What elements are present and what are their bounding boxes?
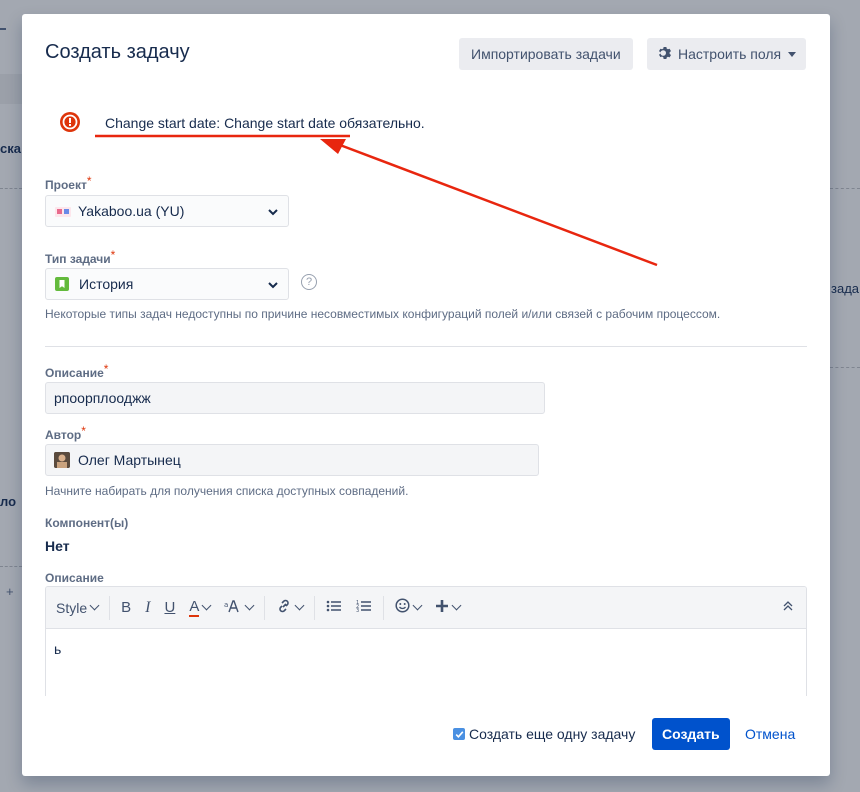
story-icon: [55, 277, 69, 291]
background-divider: [0, 188, 22, 189]
create-another-checkbox[interactable]: Создать еще одну задачу: [453, 726, 635, 742]
text-effects-icon: a: [224, 599, 242, 617]
bullet-list-icon: [326, 599, 342, 617]
numbered-list-icon: 123: [356, 599, 372, 617]
text-color-button[interactable]: A: [182, 594, 217, 622]
plus-icon: [435, 599, 449, 617]
svg-text:a: a: [224, 601, 228, 609]
description-body[interactable]: ь: [46, 629, 806, 669]
background-dash: [0, 28, 6, 30]
avatar: [54, 452, 70, 468]
link-button[interactable]: [269, 594, 310, 622]
link-icon: [276, 598, 292, 618]
toolbar-divider: [109, 595, 111, 620]
help-icon[interactable]: ?: [301, 274, 317, 290]
chevron-down-icon: [294, 600, 305, 611]
project-select[interactable]: Yakaboo.ua (YU): [45, 195, 289, 227]
import-issues-button[interactable]: Импортировать задачи: [459, 38, 633, 70]
project-avatar-icon: [55, 205, 71, 217]
chevron-down-icon: [412, 600, 423, 611]
cancel-link[interactable]: Отмена: [745, 726, 795, 742]
emoji-icon: [395, 598, 410, 617]
bullet-list-button[interactable]: [319, 594, 349, 622]
project-value: Yakaboo.ua (YU): [78, 203, 185, 219]
background-divider: [830, 367, 860, 368]
issue-type-label: Тип задачи*: [45, 248, 116, 266]
configure-fields-button[interactable]: Настроить поля: [647, 38, 807, 70]
reporter-label: Автор*: [45, 424, 86, 442]
components-label: Компонент(ы): [45, 516, 129, 530]
background-divider: [830, 188, 860, 189]
form-divider: [45, 346, 807, 347]
components-value: Нет: [45, 538, 70, 554]
emoji-button[interactable]: [388, 594, 428, 622]
text-effects-button[interactable]: a: [217, 594, 260, 622]
error-message: Change start date: Change start date обя…: [105, 115, 425, 131]
toolbar-divider: [383, 595, 385, 620]
description-editor: Style B I U A a 1 2 3 ь: [45, 586, 807, 696]
background-divider: [0, 566, 22, 567]
configure-fields-label: Настроить поля: [678, 46, 782, 62]
summary-label: Описание*: [45, 362, 109, 380]
summary-input[interactable]: рпоорплооджж: [45, 382, 545, 414]
chevron-down-icon: [267, 278, 279, 294]
issue-type-select[interactable]: История: [45, 268, 289, 300]
chevron-down-icon: [244, 600, 255, 611]
collapse-toolbar-icon[interactable]: [782, 599, 794, 617]
chevron-down-icon: [89, 600, 100, 611]
project-label: Проект*: [45, 174, 92, 192]
checkbox-icon[interactable]: [453, 728, 465, 740]
gear-icon: [657, 45, 673, 64]
background-text: зада: [831, 281, 860, 296]
italic-button[interactable]: I: [138, 594, 157, 622]
issue-type-help-text: Некоторые типы задач недоступны по причи…: [45, 307, 721, 321]
issue-type-value: История: [79, 276, 134, 292]
underline-button[interactable]: U: [157, 594, 182, 622]
svg-text:3: 3: [356, 608, 359, 613]
create-button[interactable]: Создать: [652, 718, 730, 750]
create-issue-dialog: Создать задачу Импортировать задачи Наст…: [22, 14, 830, 776]
reporter-input[interactable]: Олег Мартынец: [45, 444, 539, 476]
chevron-down-icon: [201, 600, 212, 611]
toolbar-divider: [264, 595, 266, 620]
chevron-down-icon: [788, 51, 797, 57]
description-label: Описание: [45, 571, 104, 585]
bold-button[interactable]: B: [114, 594, 138, 622]
numbered-list-button[interactable]: 123: [349, 594, 379, 622]
background-text: ло: [0, 494, 17, 509]
create-another-label: Создать еще одну задачу: [469, 726, 636, 742]
style-dropdown[interactable]: Style: [56, 594, 105, 622]
error-icon: [60, 112, 80, 137]
insert-more-button[interactable]: [428, 594, 467, 622]
editor-toolbar: Style B I U A a 1 2 3: [46, 587, 806, 629]
background-text: +: [6, 584, 14, 599]
toolbar-divider: [314, 595, 316, 620]
reporter-help-text: Начните набирать для получения списка до…: [45, 484, 409, 498]
chevron-down-icon: [267, 205, 279, 221]
background-panel: [0, 74, 24, 104]
background-text: ска: [0, 141, 21, 156]
dialog-title: Создать задачу: [45, 41, 190, 63]
reporter-value: Олег Мартынец: [78, 452, 181, 468]
chevron-down-icon: [451, 600, 462, 611]
